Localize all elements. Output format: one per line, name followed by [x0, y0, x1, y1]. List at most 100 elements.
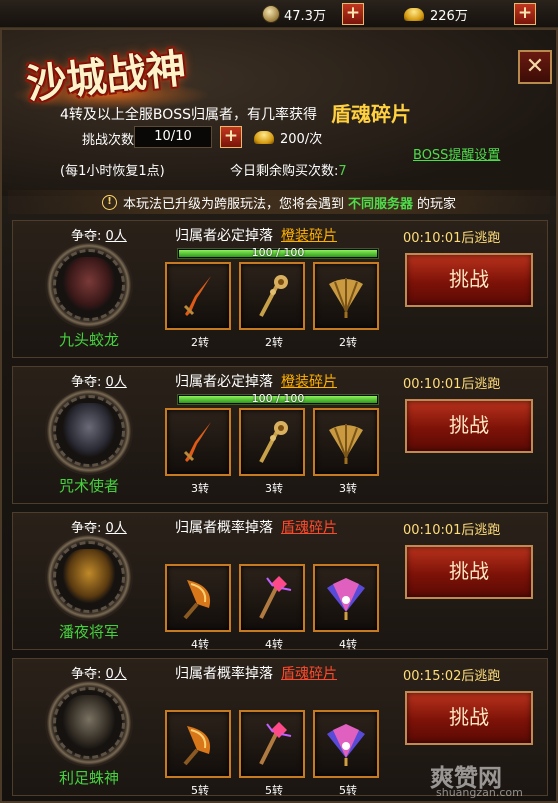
item-level: 5转 [265, 784, 283, 797]
notice-highlight: 不同服务器 [347, 196, 413, 212]
remaining-value: 7 [338, 164, 347, 179]
challenge-button[interactable]: 挑战 [405, 691, 533, 745]
item-level: 3转 [339, 482, 357, 495]
boss-name: 潘夜将军 [58, 623, 119, 641]
drop-label: 归属者必定掉落 [175, 374, 273, 390]
attempt-label: 挑战次数: [82, 133, 139, 148]
hydra-dragon-icon [63, 257, 115, 311]
reward-item-slot[interactable]: 4转 [165, 564, 231, 651]
drop-item-link[interactable]: 橙装碎片 [281, 374, 337, 390]
escape-timer: 00:10:01后逃跑 [403, 523, 501, 538]
escape-timer: 00:10:01后逃跑 [403, 231, 501, 246]
drop-info: 归属者概率掉落 盾魂碎片 [175, 663, 337, 683]
general-icon [63, 549, 115, 603]
contest-count: 争夺: 0人 [71, 517, 127, 536]
notice-suffix: 的玩家 [417, 196, 457, 212]
boss-name: 九头蛟龙 [58, 331, 119, 349]
drop-info: 归属者必定掉落 橙装碎片 [175, 225, 337, 245]
boss-card: 争夺: 0人 潘夜将军 归属者概率掉落 盾魂碎片 4转 4转 4转 00:10:0… [12, 512, 548, 651]
drop-item-link[interactable]: 盾魂碎片 [281, 666, 337, 682]
drop-label: 归属者概率掉落 [175, 520, 273, 536]
hp-text: 100 / 100 [251, 246, 305, 259]
contest-count: 争夺: 0人 [71, 225, 127, 244]
crystal-staff-icon [259, 576, 292, 619]
recover-hint: (每1小时恢复1点) [60, 164, 165, 179]
item-level: 4转 [265, 638, 283, 651]
contest-value[interactable]: 0人 [106, 667, 127, 682]
challenge-button[interactable]: 挑战 [405, 545, 533, 599]
close-button[interactable]: ✕ [518, 50, 552, 84]
boss-hp-bar: 100 / 100 [177, 392, 379, 405]
attempt-count-field: 10/10 [134, 126, 212, 148]
fan-icon [329, 424, 363, 464]
reward-item-slot[interactable]: 3转 [165, 408, 231, 495]
drop-label: 归属者必定掉落 [175, 228, 273, 244]
reward-item-slot[interactable]: 2转 [239, 262, 305, 349]
reward-item-slot[interactable]: 5转 [165, 710, 231, 797]
remaining-label: 今日剩余购买次数: [230, 164, 339, 179]
challenge-button[interactable]: 挑战 [405, 253, 533, 307]
item-level: 2转 [265, 336, 283, 349]
boss-reminder-settings-link[interactable]: BOSS提醒设置 [413, 144, 500, 163]
flame-sword-icon [183, 422, 211, 462]
reward-item-slot[interactable]: 3转 [239, 408, 305, 495]
feather-fan-icon [327, 724, 365, 766]
drop-label: 归属者概率掉落 [175, 666, 273, 682]
reward-highlight: 盾魂碎片 [331, 102, 412, 126]
flame-sword-icon [183, 276, 211, 316]
boss-name: 咒术使者 [58, 477, 119, 495]
boss-card: 争夺: 0人 咒术使者 归属者必定掉落 橙装碎片 100 / 100 3转 3转 … [12, 366, 548, 504]
reward-description: 4转及以上全服BOSS归属者，有几率获得 盾魂碎片 [60, 98, 411, 127]
silver-amount: 47.3万 [284, 8, 326, 24]
escape-timer: 00:10:01后逃跑 [403, 377, 501, 392]
boss-portrait[interactable] [47, 243, 131, 327]
buy-attempt-button[interactable]: + [220, 126, 242, 148]
reward-item-slot[interactable]: 3转 [313, 408, 379, 495]
fan-icon [329, 278, 363, 318]
attempt-cost-value: 200/次 [280, 132, 323, 147]
contest-value[interactable]: 0人 [106, 521, 127, 536]
contest-value[interactable]: 0人 [106, 375, 127, 390]
blade-axe-icon [183, 580, 211, 620]
crystal-staff-icon [259, 722, 292, 765]
attempt-cost: 200/次 [254, 128, 322, 147]
contest-count: 争夺: 0人 [71, 663, 127, 682]
gold-ingot-icon [254, 131, 274, 144]
item-level: 2转 [339, 336, 357, 349]
contest-count: 争夺: 0人 [71, 371, 127, 390]
gold-amount: 226万 [430, 8, 468, 24]
boss-portrait[interactable] [47, 389, 131, 473]
item-level: 5转 [191, 784, 209, 797]
boss-portrait[interactable] [47, 535, 131, 619]
reward-item-slot[interactable]: 5转 [239, 710, 305, 797]
item-level: 5转 [339, 784, 357, 797]
add-gold-button[interactable]: + [514, 3, 536, 25]
drop-info: 归属者必定掉落 橙装碎片 [175, 371, 337, 391]
staff-icon [259, 275, 288, 317]
reward-item-slot[interactable]: 4转 [239, 564, 305, 651]
gold-currency: 226万 + [404, 3, 536, 25]
reward-item-slot[interactable]: 4转 [313, 564, 379, 651]
blade-axe-icon [183, 726, 211, 766]
boss-panel: 沙城战神 ✕ 4转及以上全服BOSS归属者，有几率获得 盾魂碎片 挑战次数: 10… [0, 28, 558, 803]
item-level: 3转 [191, 482, 209, 495]
site-watermark-url: shuangzan.com [436, 786, 523, 799]
drop-item-link[interactable]: 盾魂碎片 [281, 520, 337, 536]
boss-portrait[interactable] [47, 681, 131, 765]
contest-label: 争夺: [71, 229, 102, 244]
reward-item-slot[interactable]: 2转 [313, 262, 379, 349]
remaining-purchases: 今日剩余购买次数:7 [230, 160, 347, 179]
cross-server-notice: ! 本玩法已升级为跨服玩法，您将会遇到 不同服务器 的玩家 [8, 190, 550, 214]
contest-label: 争夺: [71, 521, 102, 536]
hp-text: 100 / 100 [251, 392, 305, 405]
item-level: 4转 [339, 638, 357, 651]
reward-item-slot[interactable]: 5转 [313, 710, 379, 797]
notice-prefix: 本玩法已升级为跨服玩法，您将会遇到 [122, 196, 344, 212]
reward-item-slot[interactable]: 2转 [165, 262, 231, 349]
drop-item-link[interactable]: 橙装碎片 [281, 228, 337, 244]
add-silver-button[interactable]: + [342, 3, 364, 25]
feather-fan-icon [327, 578, 365, 620]
challenge-button[interactable]: 挑战 [405, 399, 533, 453]
boss-name: 利足蛛神 [58, 769, 119, 787]
contest-value[interactable]: 0人 [106, 229, 127, 244]
